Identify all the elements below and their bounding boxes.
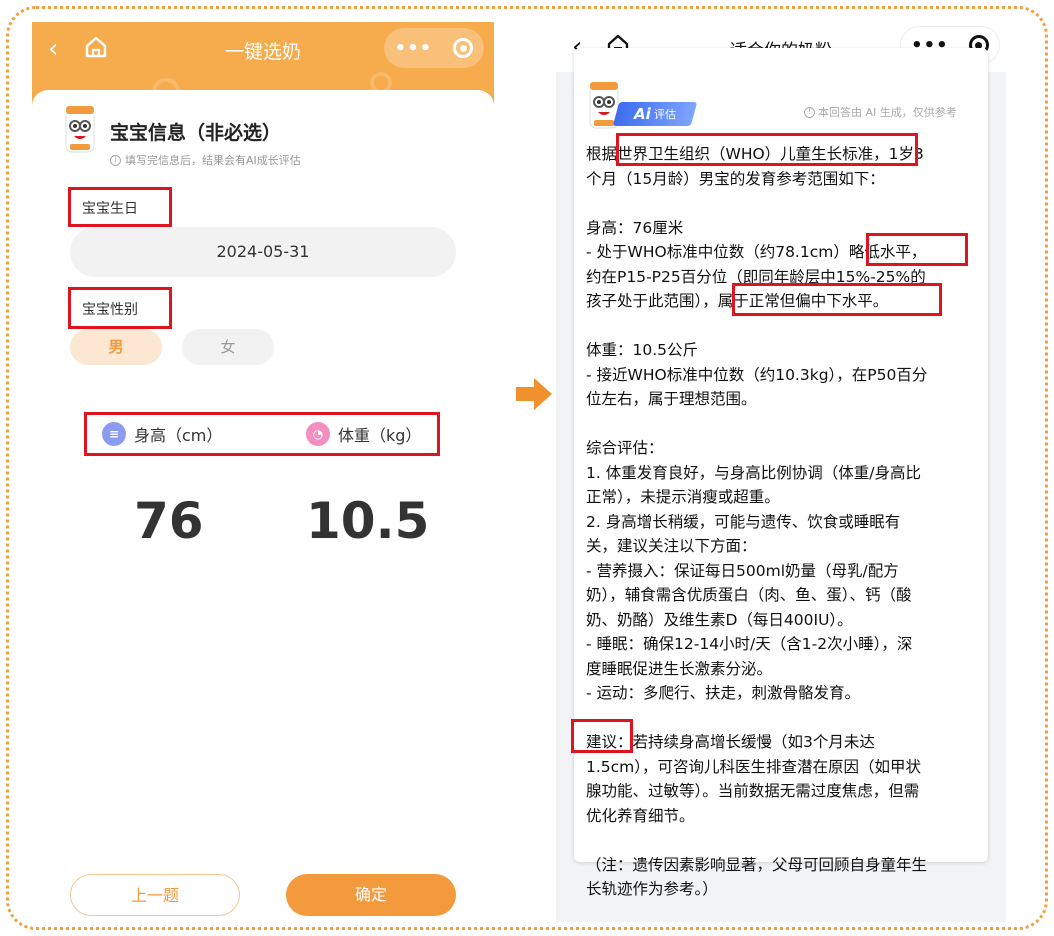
prev-button[interactable]: 上一题	[70, 874, 240, 916]
ai-text-line: 正常），未提示消瘦或超重。	[586, 488, 780, 506]
ai-text-line: 建议：若持续身高增长缓慢（如3个月未达	[586, 733, 875, 751]
ai-text-line	[586, 191, 980, 216]
arrow-right-icon	[516, 378, 552, 410]
ai-text-line: 综合评估：	[586, 439, 664, 457]
highlight-box	[866, 233, 968, 266]
ai-text-line: 优化养育细节。	[586, 806, 695, 825]
disclaimer-text: 本回答由 AI 生成，仅供参考	[818, 106, 957, 119]
highlight-box	[616, 133, 918, 166]
ai-text-line: 关，建议关注以下方面：	[586, 537, 757, 555]
ai-text-line: - 睡眠：确保12-14小时/天（含1-2次小睡），深	[586, 635, 913, 653]
confirm-button[interactable]: 确定	[286, 874, 456, 916]
ai-text-line	[586, 828, 980, 853]
ai-disclaimer: ! 本回答由 AI 生成，仅供参考	[804, 104, 957, 120]
ai-text-line	[586, 314, 980, 339]
ai-text-line: 长轨迹作为参考。）	[586, 880, 718, 898]
gender-label: 宝宝性别	[82, 302, 138, 318]
ai-badge-text: Ai	[633, 105, 651, 123]
weight-label: ◔ 体重（kg）	[306, 422, 421, 446]
gender-female-button[interactable]: 女	[182, 329, 274, 365]
section-hint: i 填写完信息后，结果会有AI成长评估	[110, 152, 301, 168]
ai-badge: Ai 评估	[612, 102, 698, 126]
ai-text-line	[586, 412, 980, 437]
info-icon: !	[804, 106, 815, 118]
weight-label-text: 体重（kg）	[338, 426, 422, 445]
ai-text-line: 位左右，属于理想范围。	[586, 390, 757, 408]
ai-text-line: 体重：10.5公斤	[586, 341, 699, 359]
ai-text-line: - 运动：多爬行、扶走，刺激骨骼发育。	[586, 684, 861, 702]
ai-text-line: 奶、奶酪）及维生素D（每日400IU）。	[586, 610, 853, 629]
mascot-icon	[65, 106, 95, 153]
height-label: ≡ 身高（cm）	[102, 422, 222, 446]
close-target-icon[interactable]	[453, 38, 474, 58]
left-screen: ‹ 一键选奶 ••• 宝宝信息（非必选） i 填写完信息后，结果会有AI成长评估…	[32, 22, 494, 922]
highlight-box	[732, 283, 942, 316]
mini-program-capsule[interactable]: •••	[384, 28, 484, 68]
ai-text-line: 度睡眠促进生长激素分泌。	[586, 659, 773, 678]
ai-text-line: 腺功能、过敏等）。当前数据无需过度焦虑，但需	[586, 782, 920, 800]
hint-text: 填写完信息后，结果会有AI成长评估	[125, 154, 301, 167]
highlight-box	[571, 719, 633, 753]
section-title: 宝宝信息（非必选）	[110, 122, 282, 144]
ruler-icon: ≡	[102, 422, 126, 446]
ai-text-line: - 营养摄入：保证每日500ml奶量（母乳/配方	[586, 561, 899, 580]
more-icon[interactable]: •••	[395, 38, 433, 59]
ai-badge-label: 评估	[654, 108, 677, 121]
birthday-field[interactable]: 2024-05-31	[70, 227, 456, 277]
ai-text-line: 1.5cm），可咨询儿科医生排查潜在原因（如甲状	[586, 757, 922, 776]
ai-text-line: 1. 体重发育良好，与身高比例协调（体重/身高比	[586, 463, 921, 482]
weight-value[interactable]: 10.5	[306, 492, 429, 550]
ai-text-line: 个月（15月龄）男宝的发育参考范围如下：	[586, 169, 885, 188]
birthday-label: 宝宝生日	[82, 201, 138, 217]
info-icon: i	[110, 154, 121, 166]
height-value[interactable]: 76	[134, 492, 204, 550]
ai-text-line: 2. 身高增长稍缓，可能与遗传、饮食或睡眠有	[586, 512, 901, 531]
right-screen: ‹ 适合你的奶粉 ••• Ai 评估 ! 本回答由 AI 生成，仅供参考 根据世…	[556, 22, 1006, 922]
ai-text-line: 奶），辅食需含优质蛋白（肉、鱼、蛋）、钙（酸	[586, 586, 912, 604]
scale-icon: ◔	[306, 422, 330, 446]
ai-text-line	[586, 706, 980, 731]
ai-text-line: （注：遗传因素影响显著，父母可回顾自身童年生	[586, 855, 928, 874]
gender-male-button[interactable]: 男	[70, 329, 162, 365]
ai-text-line: - 接近WHO标准中位数（约10.3kg），在P50百分	[586, 365, 928, 384]
height-label-text: 身高（cm）	[134, 426, 223, 445]
